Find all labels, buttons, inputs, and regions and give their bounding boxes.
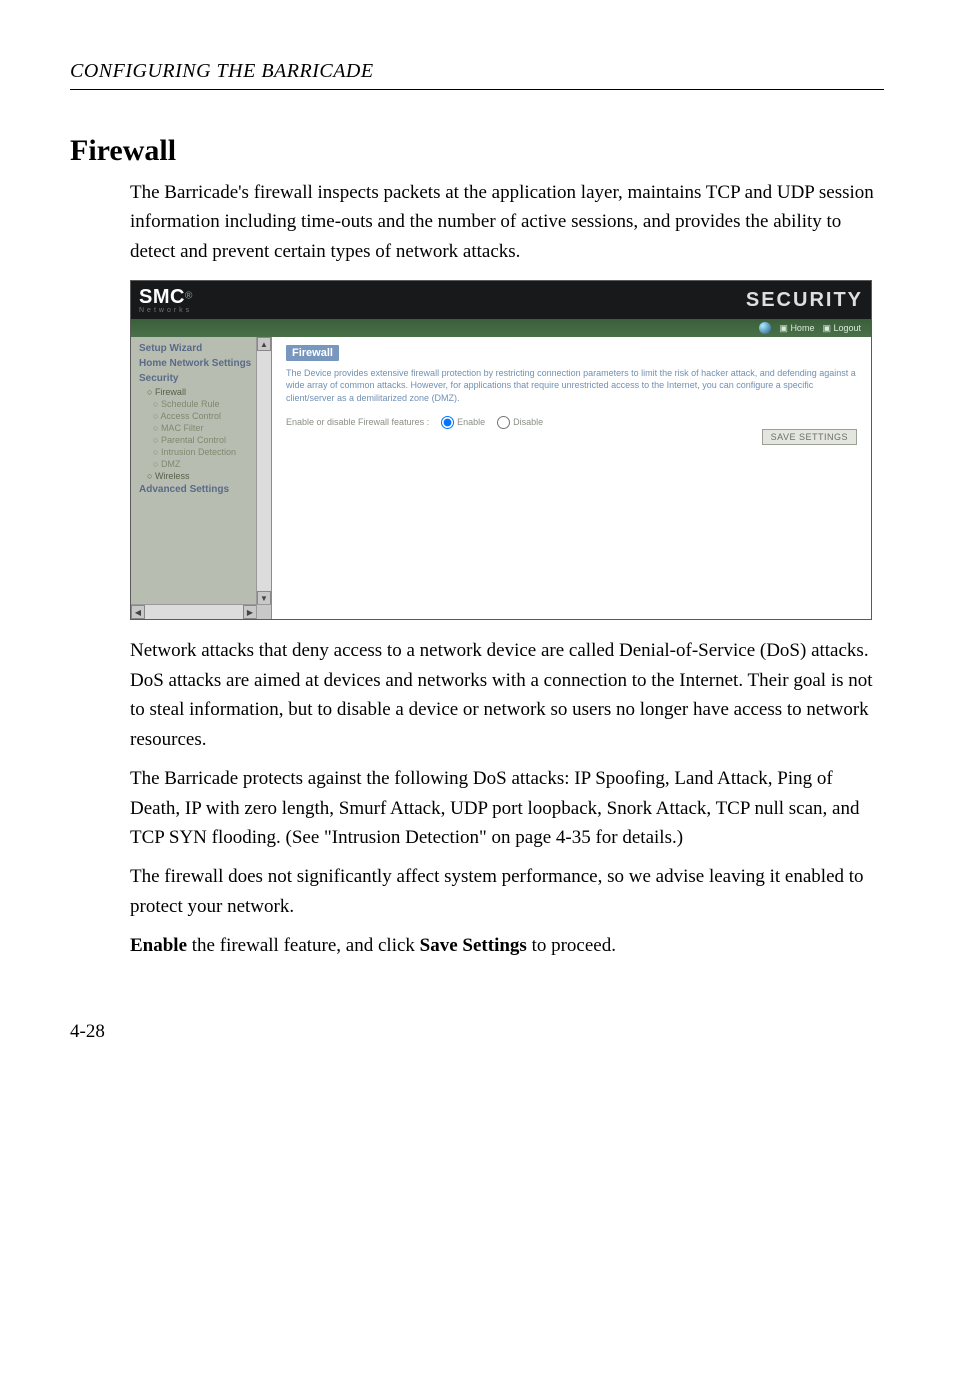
disable-radio[interactable]: Disable: [497, 416, 543, 429]
sidebar-item-intrusion-detection[interactable]: ○ Intrusion Detection: [131, 446, 271, 458]
panel-description: The Device provides extensive firewall p…: [286, 367, 857, 403]
scroll-down-icon[interactable]: ▼: [257, 591, 271, 605]
scroll-left-icon[interactable]: ◀: [131, 605, 145, 619]
screenshot-sidebar: Setup Wizard Home Network Settings Secur…: [131, 337, 272, 619]
section-title: Firewall: [70, 134, 884, 168]
sidebar-item-security[interactable]: Security: [131, 371, 271, 386]
logout-link[interactable]: ▣ Logout: [822, 323, 861, 334]
paragraph: Network attacks that deny access to a ne…: [130, 636, 884, 754]
sidebar-item-wireless[interactable]: ○ Wireless: [131, 470, 271, 482]
firewall-toggle-row: Enable or disable Firewall features : En…: [286, 416, 857, 429]
enable-radio[interactable]: Enable: [441, 416, 485, 429]
save-settings-bold: Save Settings: [420, 935, 527, 956]
screenshot-body: Setup Wizard Home Network Settings Secur…: [131, 337, 871, 619]
sidebar-item-firewall[interactable]: ○ Firewall: [131, 386, 271, 398]
paragraph: The Barricade protects against the follo…: [130, 764, 884, 852]
smc-logo: SMC® Networks: [139, 286, 192, 314]
disable-radio-input[interactable]: [497, 416, 510, 429]
running-head: CONFIGURING THE BARRICADE: [70, 60, 884, 90]
paragraph: The firewall does not significantly affe…: [130, 862, 884, 921]
enable-bold: Enable: [130, 935, 187, 956]
screenshot-topbar: SMC® Networks SECURITY: [131, 281, 871, 319]
toggle-label: Enable or disable Firewall features :: [286, 417, 429, 427]
sidebar-vscrollbar[interactable]: ▲ ▼: [256, 337, 271, 605]
sidebar-item-parental-control[interactable]: ○ Parental Control: [131, 434, 271, 446]
screenshot-main: Firewall The Device provides extensive f…: [272, 337, 871, 619]
scroll-up-icon[interactable]: ▲: [257, 337, 271, 351]
save-settings-button[interactable]: SAVE SETTINGS: [762, 429, 857, 445]
sidebar-item-advanced-settings[interactable]: Advanced Settings: [131, 482, 271, 497]
sidebar-item-mac-filter[interactable]: ○ MAC Filter: [131, 422, 271, 434]
paragraph: The Barricade's firewall inspects packet…: [130, 178, 884, 266]
sidebar-item-setup-wizard[interactable]: Setup Wizard: [131, 341, 271, 356]
sidebar-item-dmz[interactable]: ○ DMZ: [131, 458, 271, 470]
firewall-screenshot: SMC® Networks SECURITY ▣ Home ▣ Logout S…: [130, 280, 872, 620]
globe-icon: [759, 322, 771, 334]
enable-radio-input[interactable]: [441, 416, 454, 429]
scrollbar-corner: [256, 604, 271, 619]
panel-title: Firewall: [286, 345, 339, 361]
sidebar-item-home-network[interactable]: Home Network Settings: [131, 356, 271, 371]
sidebar-item-schedule-rule[interactable]: ○ Schedule Rule: [131, 398, 271, 410]
screenshot-subbar: ▣ Home ▣ Logout: [131, 319, 871, 337]
sidebar-hscrollbar[interactable]: ◀ ▶: [131, 604, 257, 619]
security-brand-text: SECURITY: [746, 289, 863, 312]
sidebar-item-access-control[interactable]: ○ Access Control: [131, 410, 271, 422]
paragraph: Enable the firewall feature, and click S…: [130, 931, 884, 960]
page-number: 4-28: [70, 1021, 884, 1043]
scroll-right-icon[interactable]: ▶: [243, 605, 257, 619]
save-settings-container: SAVE SETTINGS: [762, 429, 857, 445]
home-link[interactable]: ▣ Home: [779, 323, 814, 334]
